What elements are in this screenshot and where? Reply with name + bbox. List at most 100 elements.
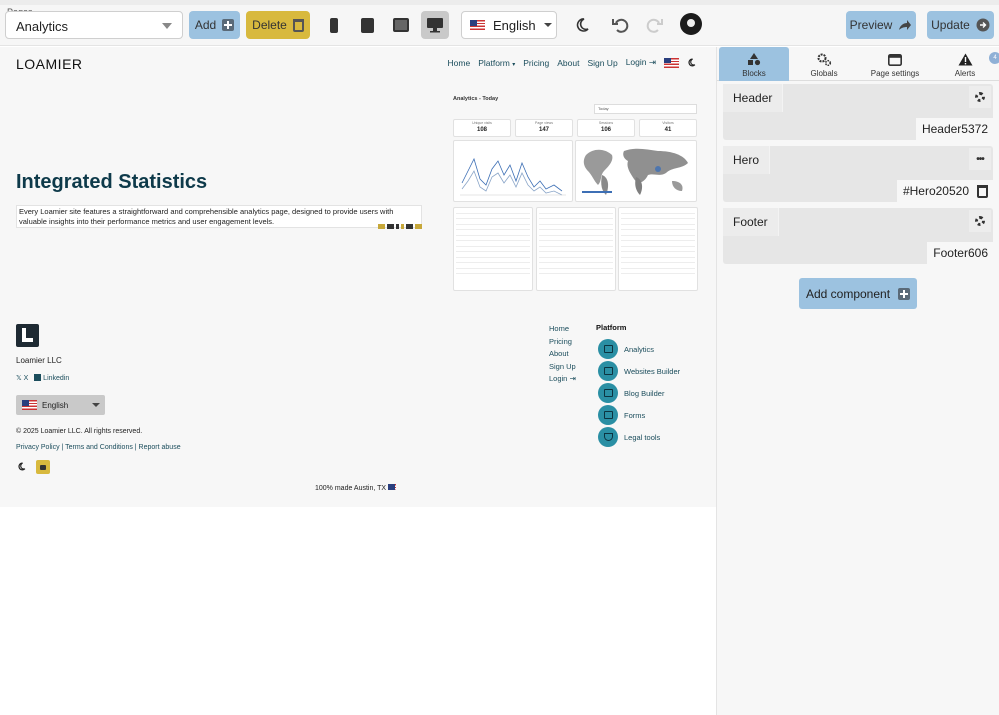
platform-item-legal[interactable]: Legal tools <box>598 427 660 447</box>
chevron-down-icon <box>162 23 172 29</box>
site-preview: LOAMIER Home Platform ▾ Pricing About Si… <box>0 47 716 507</box>
footer-links: Home Pricing About Sign Up Login ⇥ <box>549 323 576 386</box>
block-item-hero[interactable]: Hero ••• #Hero20520 <box>723 146 993 202</box>
tab-blocks[interactable]: Blocks <box>719 47 789 81</box>
block-item-header[interactable]: Header Header5372 <box>723 84 993 140</box>
footer-legal-links[interactable]: Privacy Policy | Terms and Conditions | … <box>16 444 181 451</box>
gears-icon <box>817 53 832 66</box>
footer-language-select[interactable]: English <box>16 395 105 415</box>
pages-table <box>453 207 533 291</box>
visits-line-chart <box>453 140 573 202</box>
page-settings-icon <box>888 54 902 66</box>
nav-home[interactable]: Home <box>448 58 471 68</box>
delete-page-button[interactable]: Delete <box>246 11 310 39</box>
tab-globals[interactable]: Globals <box>789 47 859 81</box>
footer-link-pricing[interactable]: Pricing <box>549 336 576 349</box>
format-icon <box>406 224 413 229</box>
block-name: Footer <box>723 208 779 236</box>
hero-description: Every Loamier site features a straightfo… <box>16 205 422 228</box>
tablet-landscape-icon <box>393 18 409 32</box>
language-select[interactable]: English <box>461 11 557 39</box>
footer-link-about[interactable]: About <box>549 348 576 361</box>
preview-button[interactable]: Preview <box>846 11 916 39</box>
social-linkedin-link[interactable]: Linkedin <box>43 375 69 382</box>
block-settings-button[interactable] <box>969 210 991 232</box>
platform-item-analytics[interactable]: Analytics <box>598 339 654 359</box>
block-more-button[interactable]: ••• <box>969 148 991 170</box>
website-icon <box>598 361 618 381</box>
moon-icon[interactable] <box>17 462 26 471</box>
moon-icon <box>576 18 589 32</box>
plus-icon <box>898 287 911 300</box>
footer-logo[interactable] <box>16 324 39 347</box>
dashboard-range-select: Today <box>594 104 697 114</box>
block-settings-button[interactable] <box>969 86 991 108</box>
platform-item-websites[interactable]: Websites Builder <box>598 361 680 381</box>
platform-item-blog[interactable]: Blog Builder <box>598 383 664 403</box>
nav-pricing[interactable]: Pricing <box>523 58 549 68</box>
device-desktop-button[interactable] <box>421 11 449 39</box>
login-icon: ⇥ <box>648 57 656 67</box>
chevron-down-icon <box>92 403 100 407</box>
social-x-link[interactable]: X <box>24 375 29 382</box>
device-phone-button[interactable] <box>320 11 348 39</box>
us-flag-icon <box>22 400 37 410</box>
panel-tabs: Blocks Globals Page settings Alerts 4 <box>717 47 999 81</box>
preview-label: Preview <box>849 18 893 32</box>
nav-platform[interactable]: Platform ▾ <box>478 58 515 68</box>
gear-icon <box>975 216 985 226</box>
moon-icon[interactable] <box>687 58 696 67</box>
editor-canvas[interactable]: LOAMIER Home Platform ▾ Pricing About Si… <box>0 47 716 715</box>
us-flag-icon[interactable] <box>664 57 679 68</box>
footer-link-signup[interactable]: Sign Up <box>549 361 576 374</box>
tablet-icon <box>360 17 374 33</box>
add-page-button[interactable]: Add <box>189 11 240 39</box>
lock-icon <box>40 464 46 470</box>
device-tablet-landscape-button[interactable] <box>387 11 415 39</box>
user-avatar[interactable] <box>679 12 703 36</box>
arrow-right-circle-icon <box>976 18 990 32</box>
block-id: #Hero20520 <box>896 180 993 202</box>
footer-copyright: © 2025 Loamier LLC. All rights reserved. <box>16 428 143 435</box>
footer-company: Loamier LLC <box>16 356 62 365</box>
site-logo[interactable]: LOAMIER <box>16 56 83 72</box>
stat-card: Visitors 41 <box>639 119 697 137</box>
page-select[interactable]: Analytics <box>5 11 183 39</box>
tab-page-settings[interactable]: Page settings <box>859 47 931 81</box>
nav-signup[interactable]: Sign Up <box>587 58 617 68</box>
text-format-toolbar[interactable] <box>378 224 422 229</box>
blog-icon <box>598 383 618 403</box>
nav-login[interactable]: Login ⇥ <box>626 57 656 68</box>
block-id: Footer606 <box>927 242 993 264</box>
trash-icon[interactable] <box>977 184 988 198</box>
nav-about[interactable]: About <box>557 58 579 68</box>
cities-table <box>618 207 698 291</box>
hero-title: Integrated Statistics <box>16 171 208 193</box>
phone-icon <box>330 17 338 33</box>
editor-root: Pages Analytics Add Delete <box>0 0 999 715</box>
footer-link-home[interactable]: Home <box>549 323 576 336</box>
update-button[interactable]: Update <box>927 11 994 39</box>
us-flag-icon <box>388 484 397 490</box>
shield-icon <box>598 427 618 447</box>
redo-button[interactable] <box>643 13 667 37</box>
platform-item-forms[interactable]: Forms <box>598 405 645 425</box>
dark-mode-toggle[interactable] <box>570 13 594 37</box>
tab-alerts[interactable]: Alerts 4 <box>931 47 999 81</box>
loading-bar <box>0 0 999 5</box>
format-icon <box>401 224 404 229</box>
gear-icon <box>975 92 985 102</box>
add-component-button[interactable]: Add component <box>799 278 917 309</box>
update-label: Update <box>931 18 970 32</box>
device-tablet-button[interactable] <box>353 11 381 39</box>
page-select-value: Analytics <box>16 19 69 34</box>
block-item-footer[interactable]: Footer Footer606 <box>723 208 993 264</box>
stat-card: Page views 147 <box>515 119 573 137</box>
format-icon <box>396 224 399 229</box>
undo-button[interactable] <box>608 13 632 37</box>
footer-link-login[interactable]: Login ⇥ <box>549 373 576 386</box>
accessibility-button[interactable] <box>36 460 50 474</box>
redo-icon <box>646 18 663 33</box>
x-icon: 𝕏 <box>16 375 22 382</box>
linkedin-icon <box>34 374 42 381</box>
